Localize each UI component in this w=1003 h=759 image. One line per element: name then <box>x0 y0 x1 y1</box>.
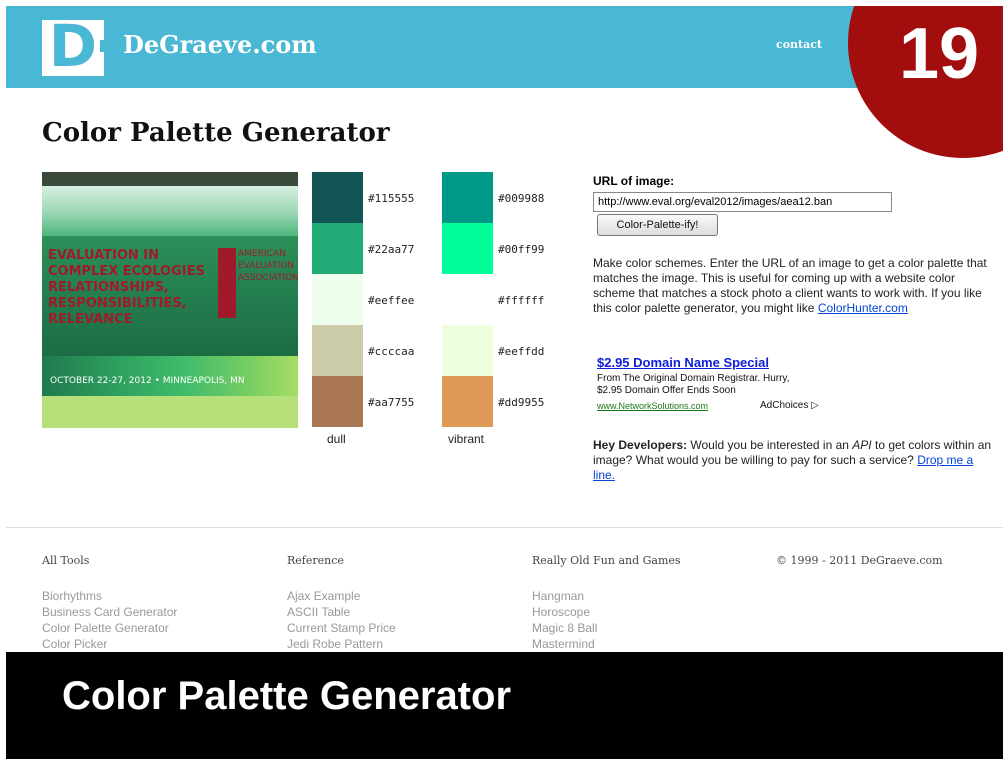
footer-link[interactable]: Mastermind <box>532 636 597 652</box>
dull-label: dull <box>327 432 346 446</box>
vibrant-label: vibrant <box>448 432 485 446</box>
footer-copyright: © 1999 - 2011 DeGraeve.com <box>776 554 943 567</box>
developers-heading: Hey Developers: <box>593 438 688 452</box>
footer-heading-reference: Reference <box>287 554 344 567</box>
slide-caption-bar: Color Palette Generator <box>6 652 1003 759</box>
vibrant-swatch <box>442 274 493 325</box>
banner-date: OCTOBER 22-27, 2012 • MINNEAPOLIS, MN <box>50 376 245 386</box>
footer-divider <box>6 527 1003 528</box>
footer-link[interactable]: Ajax Example <box>287 588 396 604</box>
banner-logo-mark <box>218 248 236 318</box>
footer-list-games: Hangman Horoscope Magic 8 Ball Mastermin… <box>532 588 597 652</box>
vibrant-hex: #dd9955 <box>498 396 545 409</box>
logo-letter[interactable]: D <box>42 16 104 76</box>
vibrant-swatch <box>442 376 493 427</box>
ad-url-link[interactable]: www.NetworkSolutions.com <box>597 401 708 411</box>
ad-line: From The Original Domain Registrar. Hurr… <box>597 373 790 384</box>
site-name[interactable]: DeGraeve.com <box>123 30 317 60</box>
ad-choices[interactable]: AdChoices ▷ <box>760 400 819 411</box>
vibrant-swatch <box>442 223 493 274</box>
ad-line: $2.95 Domain Offer Ends Soon <box>597 385 736 396</box>
footer-link[interactable]: Magic 8 Ball <box>532 620 597 636</box>
vibrant-swatch <box>442 325 493 376</box>
dull-swatch <box>312 274 363 325</box>
footer-link[interactable]: Current Stamp Price <box>287 620 396 636</box>
color-palette-ify-button[interactable]: Color-Palette-ify! <box>597 214 718 236</box>
description: Make color schemes. Enter the URL of an … <box>593 256 993 316</box>
page-title: Color Palette Generator <box>42 118 390 148</box>
banner-conference-title: EVALUATION IN COMPLEX ECOLOGIES RELATION… <box>48 248 205 327</box>
footer-link[interactable]: Jedi Robe Pattern <box>287 636 396 652</box>
footer-list-all-tools: Biorhythms Business Card Generator Color… <box>42 588 177 652</box>
vibrant-hex: #eeffdd <box>498 345 545 358</box>
source-image-preview: EVALUATION IN COMPLEX ECOLOGIES RELATION… <box>42 172 298 428</box>
footer-link[interactable]: ASCII Table <box>287 604 396 620</box>
ad-body: From The Original Domain Registrar. Hurr… <box>597 373 827 397</box>
vibrant-hex: #ffffff <box>498 294 545 307</box>
footer-link[interactable]: Business Card Generator <box>42 604 177 620</box>
dull-hex: #22aa77 <box>368 243 415 256</box>
dull-hex: #eeffee <box>368 294 415 307</box>
banner-bottom-band <box>42 396 298 428</box>
dull-hex: #115555 <box>368 192 415 205</box>
footer-link[interactable]: Biorhythms <box>42 588 177 604</box>
slide-caption: Color Palette Generator <box>62 674 512 718</box>
footer-link[interactable]: Color Palette Generator <box>42 620 177 636</box>
description-text: Make color schemes. Enter the URL of an … <box>593 256 987 315</box>
vibrant-hex: #00ff99 <box>498 243 545 256</box>
footer-list-reference: Ajax Example ASCII Table Current Stamp P… <box>287 588 396 652</box>
api-emphasis: API <box>852 438 872 452</box>
developers-note: Hey Developers: Would you be interested … <box>593 438 993 483</box>
footer-link[interactable]: Hangman <box>532 588 597 604</box>
vibrant-hex: #009988 <box>498 192 545 205</box>
dull-swatch <box>312 172 363 223</box>
dull-hex: #ccccaa <box>368 345 415 358</box>
colorhunter-link[interactable]: ColorHunter.com <box>818 301 908 315</box>
banner-top-band <box>42 172 298 186</box>
footer-link[interactable]: Horoscope <box>532 604 597 620</box>
dull-swatch <box>312 223 363 274</box>
slide-frame: D DeGraeve.com contact 19 Color Palette … <box>6 6 1003 759</box>
ad-title-link[interactable]: $2.95 Domain Name Special <box>597 355 769 370</box>
dull-hex: #aa7755 <box>368 396 415 409</box>
footer-link[interactable]: Color Picker <box>42 636 177 652</box>
banner-grass <box>42 186 298 236</box>
image-url-input[interactable] <box>593 192 892 212</box>
contact-link[interactable]: contact <box>776 38 822 51</box>
vibrant-swatch <box>442 172 493 223</box>
footer-heading-all-tools: All Tools <box>42 554 90 567</box>
dull-swatch <box>312 376 363 427</box>
footer-heading-games: Really Old Fun and Games <box>532 554 681 567</box>
slide-number: 19 <box>898 14 980 94</box>
logo-notch <box>100 40 108 52</box>
developers-text: Would you be interested in an <box>690 438 849 452</box>
url-label: URL of image: <box>593 174 675 188</box>
dull-swatch <box>312 325 363 376</box>
banner-logo-text: AMERICAN EVALUATION ASSOCIATION <box>238 249 298 283</box>
